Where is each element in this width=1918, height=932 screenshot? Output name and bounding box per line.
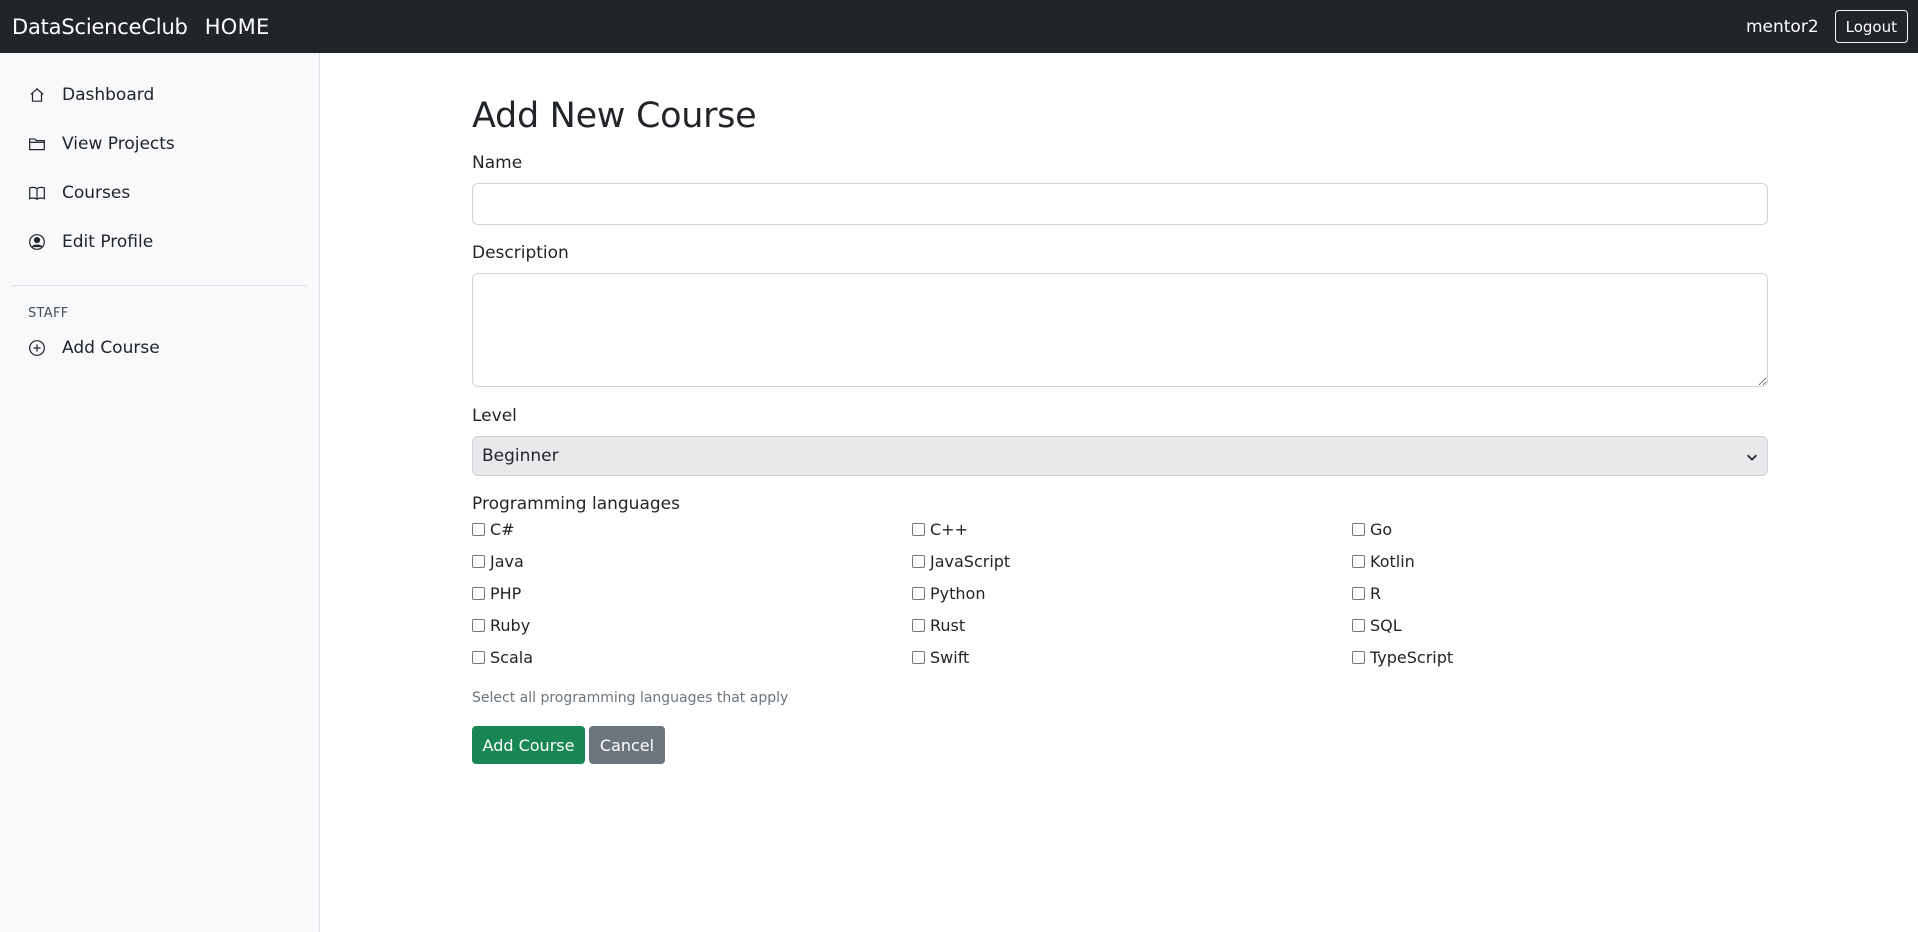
checkbox-java[interactable]: Java (472, 549, 524, 573)
checkbox-box[interactable] (912, 650, 925, 664)
checkbox-label: R (1370, 583, 1382, 603)
checkbox-label: Kotlin (1370, 551, 1415, 571)
checkbox-box[interactable] (1352, 650, 1365, 664)
description-textarea[interactable] (472, 273, 1768, 387)
username-label: mentor2 (1745, 16, 1819, 37)
checkbox-label: JavaScript (930, 551, 1011, 571)
checkbox-box[interactable] (1352, 554, 1365, 568)
level-selected-value: Beginner (482, 446, 559, 466)
sidebar-item-dashboard[interactable]: Dashboard (28, 80, 154, 110)
checkbox-box[interactable] (1352, 586, 1365, 600)
checkbox-label: TypeScript (1370, 647, 1454, 667)
checkbox-label: Go (1370, 519, 1393, 539)
checkbox-label: C# (490, 519, 515, 539)
logout-button[interactable]: Logout (1834, 10, 1908, 43)
sidebar-item-label: Add Course (62, 338, 160, 358)
chevron-down-icon (1747, 454, 1757, 461)
checkbox-label: C++ (930, 519, 968, 539)
checkbox-javascript[interactable]: JavaScript (912, 549, 1010, 573)
languages-help-text: Select all programming languages that ap… (472, 690, 789, 706)
folder-icon (28, 135, 46, 153)
book-icon (28, 184, 46, 202)
checkbox-sql[interactable]: SQL (1352, 613, 1402, 637)
checkbox-swift[interactable]: Swift (912, 645, 969, 669)
checkbox-go[interactable]: Go (1352, 517, 1392, 541)
checkbox-box[interactable] (472, 554, 485, 568)
sidebar-item-courses[interactable]: Courses (28, 178, 130, 208)
sidebar-item-label: View Projects (62, 134, 175, 154)
checkbox-label: SQL (1370, 615, 1402, 635)
checkbox-kotlin[interactable]: Kotlin (1352, 549, 1415, 573)
checkbox-label: Swift (930, 647, 970, 667)
sidebar: Dashboard View Projects Courses Edit Pro… (0, 53, 320, 932)
checkbox-label: Java (490, 551, 524, 571)
cancel-button[interactable]: Cancel (589, 726, 665, 764)
checkbox-python[interactable]: Python (912, 581, 985, 605)
person-circle-icon (28, 233, 46, 251)
checkbox-box[interactable] (472, 522, 485, 536)
checkbox-label: PHP (490, 583, 522, 603)
checkbox-box[interactable] (912, 586, 925, 600)
sidebar-item-label: Courses (62, 183, 131, 203)
checkbox-box[interactable] (472, 586, 485, 600)
checkbox-box[interactable] (1352, 618, 1365, 632)
navbar-right: mentor2 Logout (1746, 0, 1908, 53)
checkbox-r[interactable]: R (1352, 581, 1381, 605)
checkbox-cpp[interactable]: C++ (912, 517, 968, 541)
sidebar-item-view-projects[interactable]: View Projects (28, 129, 175, 159)
sidebar-item-label: Edit Profile (62, 232, 154, 252)
plus-circle-icon (28, 339, 46, 357)
checkbox-label: Rust (930, 615, 966, 635)
level-select[interactable]: Beginner (472, 436, 1768, 476)
checkbox-label: Ruby (490, 615, 531, 635)
checkbox-label: Python (930, 583, 986, 603)
name-input[interactable] (472, 183, 1768, 225)
checkbox-label: Scala (490, 647, 534, 667)
sidebar-item-add-course[interactable]: Add Course (28, 333, 160, 363)
sidebar-divider (12, 285, 307, 286)
sidebar-item-edit-profile[interactable]: Edit Profile (28, 227, 153, 257)
checkbox-box[interactable] (912, 618, 925, 632)
brand-link[interactable]: DataScienceClub (12, 15, 188, 39)
languages-label: Programming languages (472, 494, 680, 514)
staff-heading: STAFF (28, 306, 69, 321)
page-title: Add New Course (472, 96, 757, 136)
description-label: Description (472, 243, 569, 263)
add-course-button[interactable]: Add Course (472, 726, 585, 764)
checkbox-box[interactable] (472, 650, 485, 664)
top-navbar: DataScienceClub HOME mentor2 Logout (0, 0, 1918, 53)
house-icon (28, 86, 46, 104)
name-label: Name (472, 153, 523, 173)
checkbox-box[interactable] (912, 522, 925, 536)
checkbox-ruby[interactable]: Ruby (472, 613, 530, 637)
home-link[interactable]: HOME (205, 15, 270, 39)
checkbox-php[interactable]: PHP (472, 581, 521, 605)
checkbox-box[interactable] (912, 554, 925, 568)
sidebar-item-label: Dashboard (62, 85, 155, 105)
checkbox-scala[interactable]: Scala (472, 645, 533, 669)
checkbox-rust[interactable]: Rust (912, 613, 965, 637)
checkbox-typescript[interactable]: TypeScript (1352, 645, 1453, 669)
level-label: Level (472, 406, 517, 426)
checkbox-box[interactable] (1352, 522, 1365, 536)
checkbox-csharp[interactable]: C# (472, 517, 515, 541)
checkbox-box[interactable] (472, 618, 485, 632)
